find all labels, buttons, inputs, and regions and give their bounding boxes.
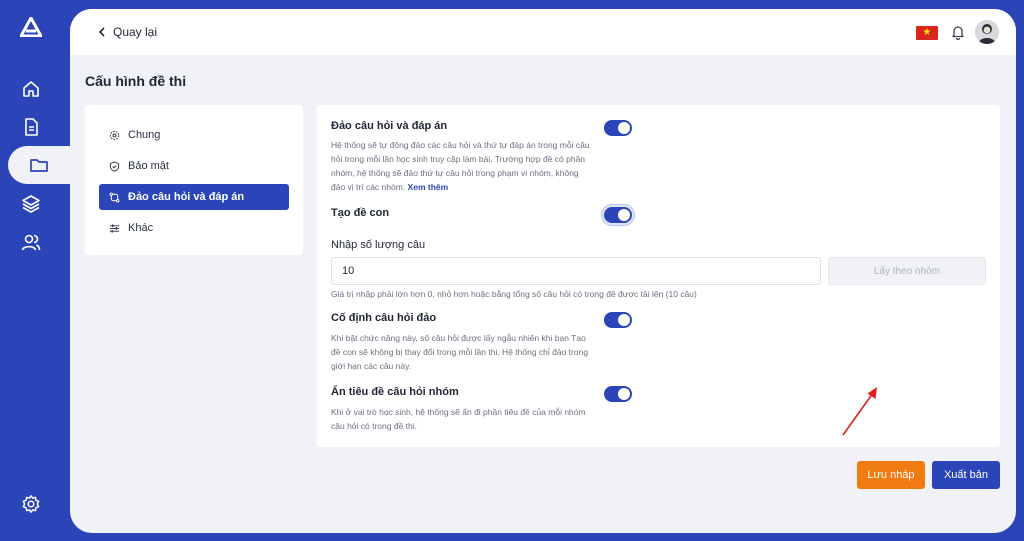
settings-nav-security[interactable]: Bảo mật <box>99 153 289 179</box>
back-button[interactable]: Quay lại <box>97 25 157 39</box>
publish-button[interactable]: Xuất bản <box>932 461 1000 489</box>
hide-group-title-description: Khi ở vai trò học sinh, hệ thống sẽ ẩn đ… <box>331 407 586 431</box>
get-by-group-button[interactable]: Lấy theo nhóm <box>828 257 986 285</box>
settings-nav-label: Bảo mật <box>128 160 169 172</box>
save-draft-button[interactable]: Lưu nháp <box>857 461 925 489</box>
see-more-link[interactable]: Xem thêm <box>408 182 449 192</box>
rail-folders[interactable] <box>8 146 70 184</box>
rail-settings[interactable] <box>0 485 62 523</box>
settings-nav-other[interactable]: Khác <box>99 215 289 241</box>
annotation-arrow-icon <box>842 387 877 436</box>
gear-icon <box>109 130 120 140</box>
shield-icon <box>109 160 120 172</box>
language-flag-vietnam[interactable]: ★ <box>916 26 938 40</box>
fixed-shuffle-toggle[interactable] <box>604 312 632 328</box>
question-count-label: Nhập số lượng câu <box>331 239 426 251</box>
rail-layers[interactable] <box>0 185 62 223</box>
shuffle-description-text: Hệ thống sẽ tự động đảo các câu hỏi và t… <box>331 140 590 192</box>
main-panel: Quay lại ★ Cấu hình đề thi Chung Bảo mật… <box>70 9 1016 533</box>
rail-home[interactable] <box>0 70 62 108</box>
shuffle-toggle[interactable] <box>604 120 632 136</box>
question-count-hint: Giá trị nhập phải lớn hơn 0, nhỏ hơn hoặ… <box>331 289 697 299</box>
shuffle-description: Hệ thống sẽ tự động đảo các câu hỏi và t… <box>331 138 591 194</box>
back-label: Quay lại <box>113 25 158 39</box>
gear-icon <box>22 495 40 513</box>
fixed-shuffle-description: Khi bật chức năng này, số câu hỏi được l… <box>331 333 589 371</box>
user-avatar-icon <box>975 20 999 44</box>
subtest-title: Tạo đề con <box>331 207 390 219</box>
settings-nav: Chung Bảo mật Đảo câu hỏi và đáp án Khác <box>85 105 303 255</box>
page-title: Cấu hình đề thi <box>85 73 187 89</box>
settings-nav-label: Chung <box>128 129 161 141</box>
settings-nav-shuffle[interactable]: Đảo câu hỏi và đáp án <box>99 184 289 210</box>
avatar[interactable] <box>975 20 999 44</box>
layers-icon <box>22 195 40 213</box>
subtest-toggle[interactable] <box>604 207 632 223</box>
hide-group-title-toggle[interactable] <box>604 386 632 402</box>
app-logo-icon[interactable] <box>20 17 42 37</box>
users-icon <box>21 234 41 251</box>
left-rail <box>0 0 70 541</box>
settings-nav-general[interactable]: Chung <box>99 122 289 148</box>
hide-group-title-title: Ẩn tiêu đề câu hỏi nhóm <box>331 386 459 398</box>
settings-nav-label: Đảo câu hỏi và đáp án <box>128 191 245 203</box>
flag-star: ★ <box>922 27 932 38</box>
chevron-left-icon <box>98 27 105 37</box>
shuffle-icon <box>109 192 120 202</box>
document-icon <box>25 118 38 136</box>
settings-nav-label: Khác <box>128 222 154 234</box>
question-count-input[interactable] <box>331 257 821 285</box>
fixed-shuffle-title: Cố định câu hỏi đảo <box>331 312 437 324</box>
rail-users[interactable] <box>0 223 62 261</box>
settings-content: Đảo câu hỏi và đáp án Hệ thống sẽ tự độn… <box>317 105 1000 447</box>
sliders-icon <box>109 223 120 233</box>
shuffle-title: Đảo câu hỏi và đáp án <box>331 120 448 132</box>
folder-icon <box>30 159 48 172</box>
top-bar: Quay lại ★ <box>70 9 1016 55</box>
home-icon <box>23 81 39 97</box>
rail-documents[interactable] <box>0 108 62 146</box>
bell-icon[interactable] <box>950 24 966 40</box>
